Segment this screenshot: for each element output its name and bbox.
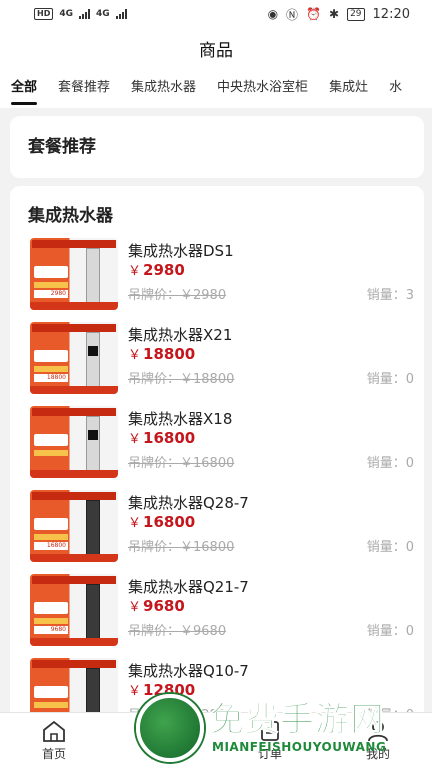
product-image: 2980 xyxy=(30,238,118,310)
home-icon xyxy=(43,720,65,742)
product-item[interactable]: 18800 集成热水器X21 ￥ 18800 吊牌价：￥18800 销量：0 xyxy=(30,322,414,396)
section-title: 集成热水器 xyxy=(28,206,113,226)
product-name: 集成热水器X21 xyxy=(128,326,233,344)
product-item[interactable]: 9680 集成热水器Q21-7 ￥ 9680 吊牌价：￥9680 销量：0 xyxy=(30,574,414,648)
product-price: ￥ 12800 xyxy=(128,681,196,699)
product-price: ￥ 9680 xyxy=(128,597,185,615)
user-icon xyxy=(368,721,388,742)
nav-label: 订单 xyxy=(257,747,282,761)
sales-count: 销量：0 xyxy=(366,540,414,555)
bluetooth-icon: ✱ xyxy=(329,7,340,21)
original-price: 吊牌价：￥2980 xyxy=(128,288,227,303)
signal-icon-2 xyxy=(115,9,127,19)
tab-all[interactable]: 全部 xyxy=(11,68,38,108)
alarm-icon: ⏰ xyxy=(306,7,322,21)
product-image xyxy=(30,406,118,478)
tab-more[interactable]: 水 xyxy=(389,68,402,108)
sales-count: 销量：0 xyxy=(366,456,414,471)
hd-badge: HD xyxy=(34,8,54,20)
nfc-icon: Ⓝ xyxy=(286,7,299,22)
tab-integrated-heater[interactable]: 集成热水器 xyxy=(131,68,196,108)
content-area[interactable]: 套餐推荐 集成热水器 2980 集成热水器DS1 ￥ 2980 吊牌价：￥2980… xyxy=(0,108,432,712)
nav-label: 商品 xyxy=(149,747,174,761)
nav-label: 首页 xyxy=(41,747,66,761)
product-price: ￥ 16800 xyxy=(128,513,196,531)
category-tabs: 全部 套餐推荐 集成热水器 中央热水浴室柜 集成灶 水 xyxy=(0,68,432,108)
signal-icon-1 xyxy=(79,9,90,19)
tab-integrated-stove[interactable]: 集成灶 xyxy=(329,68,368,108)
original-price: 吊牌价：￥16800 xyxy=(128,540,235,555)
nav-orders[interactable]: 订单 xyxy=(216,713,324,768)
product-name: 集成热水器Q28-7 xyxy=(128,494,249,512)
original-price: 吊牌价：￥18800 xyxy=(128,372,235,387)
original-price: 吊牌价：￥12800 xyxy=(128,704,234,712)
status-right: ◉ Ⓝ ⏰ ✱ 29 12:20 xyxy=(268,6,410,23)
network-label-2: 4G xyxy=(96,9,110,19)
order-icon xyxy=(261,721,279,741)
product-name: 集成热水器X18 xyxy=(128,410,233,428)
product-name: 集成热水器DS1 xyxy=(128,242,234,260)
product-image: 16800 xyxy=(30,490,118,562)
sales-count: 销量：0 xyxy=(366,372,414,387)
status-bar: HD 4G 4G ◉ Ⓝ ⏰ ✱ 29 12:20 xyxy=(0,0,432,28)
original-price: 吊牌价：￥16800 xyxy=(128,456,235,471)
product-price: ￥ 18800 xyxy=(128,345,196,363)
product-price: ￥ 16800 xyxy=(128,429,196,447)
thumb-price: 16800 xyxy=(34,542,68,550)
thumb-price: 2980 xyxy=(34,290,68,298)
product-price: ￥ 2980 xyxy=(128,261,185,279)
sales-count: 销量：3 xyxy=(366,288,414,303)
thumb-price: 18800 xyxy=(34,374,68,382)
original-price: 吊牌价：￥9680 xyxy=(128,624,227,639)
combo-section[interactable]: 套餐推荐 xyxy=(10,116,424,178)
sales-count: 销量：0 xyxy=(366,624,414,639)
product-item[interactable]: 16800 集成热水器Q28-7 ￥ 16800 吊牌价：￥16800 销量：0 xyxy=(30,490,414,564)
thumb-price: 9680 xyxy=(34,626,68,634)
product-item[interactable]: 集成热水器Q10-7 ￥12800 吊牌价：￥12800 销量：0 xyxy=(30,658,414,712)
network-label-1: 4G xyxy=(59,9,73,19)
tab-combo[interactable]: 套餐推荐 xyxy=(58,68,110,108)
status-left: HD 4G 4G xyxy=(34,8,127,20)
tab-central-bath-cabinet[interactable]: 中央热水浴室柜 xyxy=(217,68,308,108)
heater-section: 集成热水器 2980 集成热水器DS1 ￥ 2980 吊牌价：￥2980 销量：3… xyxy=(10,186,424,712)
product-name: 集成热水器Q10-7 xyxy=(128,662,249,680)
battery-icon: 29 xyxy=(347,7,365,21)
goods-icon xyxy=(152,722,172,740)
product-name: 集成热水器Q21-7 xyxy=(128,578,249,596)
bottom-nav: 首页 商品 订单 我的 xyxy=(0,712,432,768)
nav-label: 我的 xyxy=(365,747,390,761)
eye-icon: ◉ xyxy=(267,7,279,21)
nav-home[interactable]: 首页 xyxy=(0,713,108,768)
sales-count: 销量：0 xyxy=(367,704,414,712)
product-image: 18800 xyxy=(30,322,118,394)
nav-mine[interactable]: 我的 xyxy=(324,713,432,768)
clock: 12:20 xyxy=(372,6,410,22)
product-image: 9680 xyxy=(30,574,118,646)
nav-goods[interactable]: 商品 xyxy=(108,713,216,768)
product-item[interactable]: 2980 集成热水器DS1 ￥ 2980 吊牌价：￥2980 销量：3 xyxy=(30,238,414,312)
product-item[interactable]: 集成热水器X18 ￥ 16800 吊牌价：￥16800 销量：0 xyxy=(30,406,414,480)
page-title: 商品 xyxy=(0,28,432,68)
section-title: 套餐推荐 xyxy=(28,137,96,157)
product-image xyxy=(30,658,118,712)
